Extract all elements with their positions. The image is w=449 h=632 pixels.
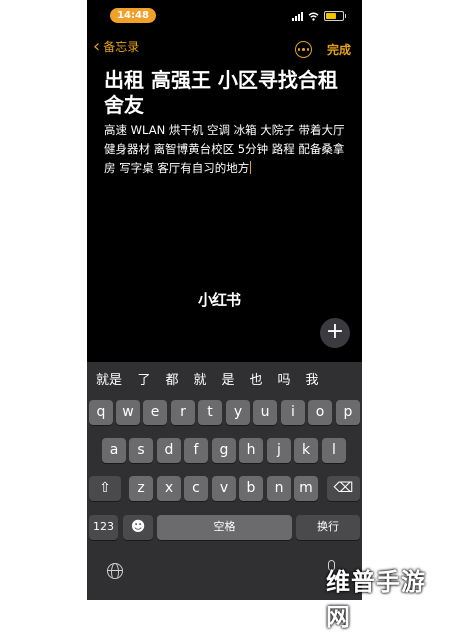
brand-watermark: 小红书 [198, 291, 241, 309]
key-l[interactable]: l [322, 438, 346, 463]
battery-icon [324, 11, 346, 21]
numbers-key[interactable]: 123 [89, 515, 118, 540]
key-q[interactable]: q [89, 400, 113, 425]
key-a[interactable]: a [102, 438, 126, 463]
key-s[interactable]: s [129, 438, 153, 463]
key-n[interactable]: n [267, 476, 291, 501]
key-g[interactable]: g [212, 438, 236, 463]
shift-key[interactable]: ⇧ [89, 476, 121, 501]
plus-icon: + [325, 319, 345, 344]
back-button[interactable]: ‹ 备忘录 [93, 35, 140, 57]
status-time: 14:48 [110, 8, 156, 23]
key-h[interactable]: h [239, 438, 263, 463]
site-watermark: 维普手游网 [326, 568, 426, 631]
wifi-icon [308, 12, 319, 21]
key-y[interactable]: y [226, 400, 250, 425]
candidate-word[interactable]: 都 [162, 369, 182, 388]
key-x[interactable]: x [157, 476, 181, 501]
back-label: 备忘录 [103, 40, 140, 54]
key-c[interactable]: c [184, 476, 208, 501]
candidate-bar: 就是 了 都 就 是 也 吗 我 [87, 362, 362, 395]
note-body-text: 高速 WLAN 烘干机 空调 冰箱 大院子 带着大厅 健身器材 离智博黄台校区 … [104, 123, 345, 175]
candidate-word[interactable]: 是 [218, 369, 238, 388]
emoji-key[interactable]: ☻ [123, 515, 153, 540]
status-icons [292, 10, 346, 22]
key-p[interactable]: p [336, 400, 360, 425]
key-i[interactable]: i [281, 400, 305, 425]
done-button[interactable]: 完成 [327, 41, 351, 58]
chevron-left-icon: ‹ [93, 35, 101, 57]
space-key[interactable]: 空格 [157, 515, 292, 540]
key-z[interactable]: z [129, 476, 153, 501]
key-e[interactable]: e [143, 400, 167, 425]
candidate-word[interactable]: 也 [246, 369, 266, 388]
globe-icon[interactable] [107, 563, 123, 579]
add-button[interactable]: + [320, 318, 350, 348]
candidate-word[interactable]: 了 [134, 369, 154, 388]
key-r[interactable]: r [171, 400, 195, 425]
key-b[interactable]: b [239, 476, 263, 501]
key-f[interactable]: f [184, 438, 208, 463]
key-m[interactable]: m [294, 476, 318, 501]
candidate-word[interactable]: 就是 [92, 369, 126, 388]
text-cursor [250, 161, 252, 174]
keyboard: 就是 了 都 就 是 也 吗 我 q w e r t y u i o p a s… [87, 362, 362, 600]
cellular-signal-icon [292, 11, 303, 21]
key-t[interactable]: t [198, 400, 222, 425]
return-key[interactable]: 换行 [296, 515, 360, 540]
candidate-word[interactable]: 我 [302, 369, 322, 388]
key-o[interactable]: o [308, 400, 332, 425]
candidate-word[interactable]: 就 [190, 369, 210, 388]
key-u[interactable]: u [253, 400, 277, 425]
note-title[interactable]: 出租 高强王 小区寻找合租舍友 [104, 68, 349, 118]
emoji-icon: ☻ [130, 519, 146, 535]
key-k[interactable]: k [294, 438, 318, 463]
note-body[interactable]: 高速 WLAN 烘干机 空调 冰箱 大院子 带着大厅 健身器材 离智博黄台校区 … [104, 121, 349, 178]
key-w[interactable]: w [116, 400, 140, 425]
phone-screen: 14:48 ‹ 备忘录 完成 出租 高强王 小区寻找合租舍友 高速 WLAN 烘… [87, 0, 362, 600]
key-d[interactable]: d [157, 438, 181, 463]
backspace-icon: ⌫ [333, 480, 354, 496]
shift-icon: ⇧ [99, 480, 111, 496]
delete-key[interactable]: ⌫ [327, 476, 360, 501]
more-options-icon[interactable] [295, 41, 312, 58]
key-j[interactable]: j [267, 438, 291, 463]
candidate-word[interactable]: 吗 [274, 369, 294, 388]
key-v[interactable]: v [212, 476, 236, 501]
